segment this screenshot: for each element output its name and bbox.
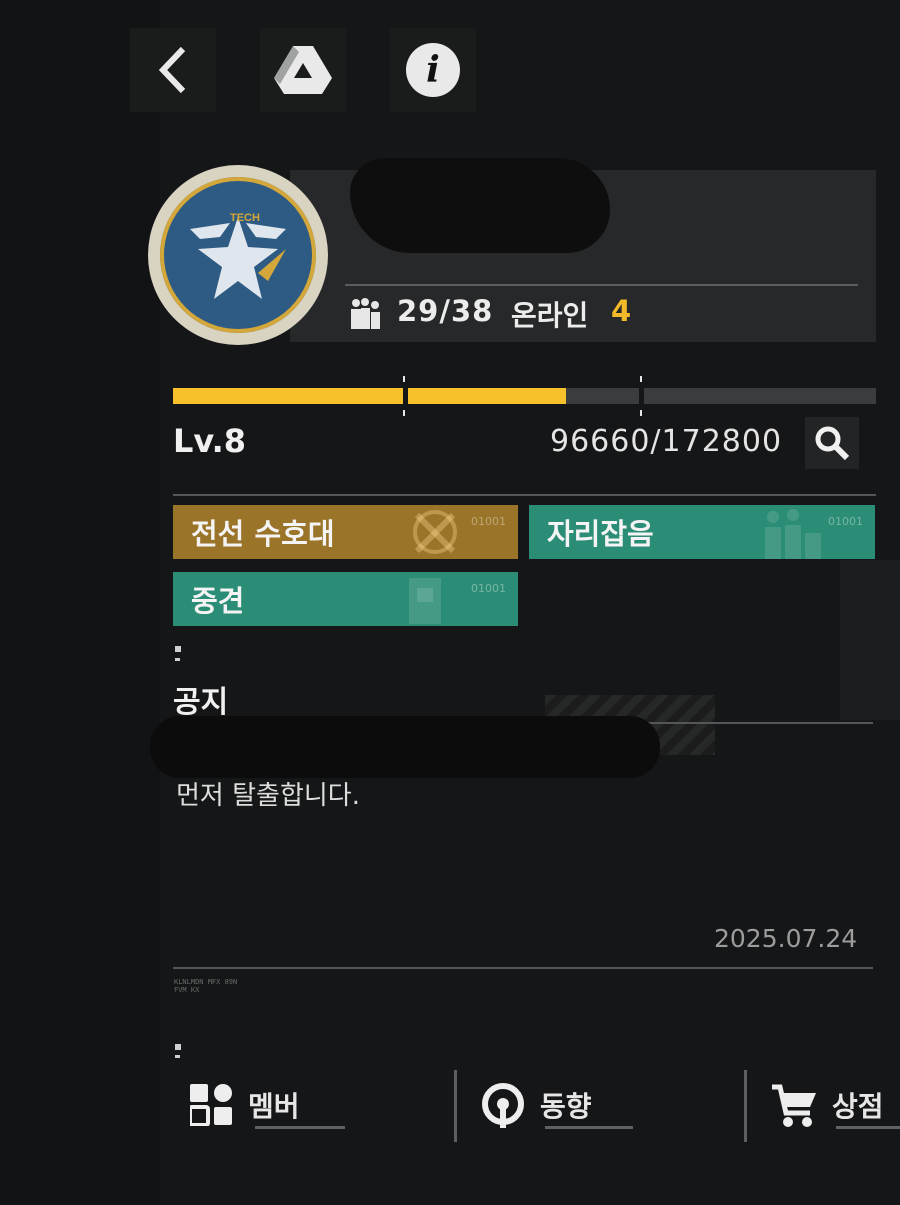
tag-settled[interactable]: 자리잡음 01001 [529,505,875,559]
tag-label: 전선 수호대 [191,517,335,551]
nav-label: 멤버 [248,1090,300,1123]
clan-name-redacted [350,158,610,253]
tag-frontline-guard[interactable]: 전선 수호대 01001 [173,505,518,559]
nav-underline [545,1126,633,1129]
header-divider [345,284,858,286]
back-button[interactable] [130,28,216,112]
chevron-left-icon [158,46,186,94]
exp-value: 96660/172800 [550,424,783,459]
tag-veteran[interactable]: 중견 01001 [173,572,518,626]
notice-title: 공지 [173,685,229,720]
info-icon: i [406,43,460,97]
emblem-badge: TECH [160,177,316,333]
drive-button[interactable] [260,28,346,112]
nav-label: 동향 [540,1090,592,1123]
cart-icon [772,1084,816,1127]
decor-dot [175,646,181,652]
nav-underline [255,1126,345,1129]
progress-milestone-marker [640,376,642,416]
grid-icon [190,1084,232,1126]
nav-separator [744,1070,747,1142]
notice-date: 2025.07.24 [714,924,858,953]
badge-watermark-icon [409,578,441,624]
clan-level: Lv.8 [173,422,247,460]
members-icon [351,298,380,329]
tag-label: 자리잡음 [547,517,654,551]
member-count: 29/38 [397,294,494,328]
tag-code: 01001 [828,515,863,528]
info-button[interactable]: i [390,28,476,112]
section-divider [173,494,876,496]
decor-dot [175,1044,181,1050]
nav-separator [454,1070,457,1142]
tech-star-emblem-icon: TECH [190,212,286,299]
drive-triangle-icon [274,46,332,94]
tag-code: 01001 [471,515,506,528]
tag-code: 01001 [471,582,506,595]
progress-milestone-marker [403,376,405,416]
decor-dot [175,1055,180,1058]
background-machinery [840,560,900,720]
emblem-text: TECH [230,212,260,224]
activity-icon [482,1083,524,1128]
clan-emblem[interactable]: TECH [148,165,328,345]
background-panel [0,0,160,1205]
notice-text: 먼저 탈출합니다. [176,781,360,811]
crossed-swords-icon [413,510,457,554]
online-count: 4 [611,294,632,328]
exp-progress-fill [173,388,567,404]
online-label: 온라인 [511,299,589,332]
nav-underline [836,1126,900,1129]
tag-label: 중견 [191,584,245,618]
notice-redacted-line [150,716,660,778]
notice-bottom-divider [173,967,873,969]
decor-code-text: KLNLMDN MFX 89N FVM KX [174,978,238,994]
level-detail-button[interactable] [805,417,859,469]
exp-progress-bar [173,388,876,404]
members-watermark-icon [765,509,821,559]
nav-label: 상점 [832,1090,884,1123]
decor-dot [175,658,180,661]
search-icon [815,426,850,461]
